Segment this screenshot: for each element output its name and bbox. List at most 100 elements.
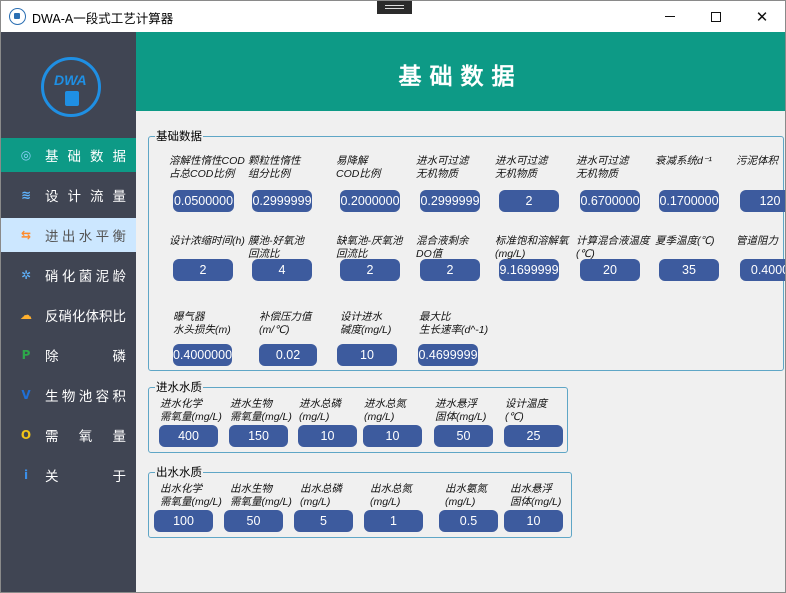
- field-label: 最大比 生长速率(d^-1): [419, 311, 489, 336]
- sidebar-item-2[interactable]: ≋ 设计流量: [1, 178, 136, 212]
- field-label: 溶解性惰性COD 占总COD比例: [169, 155, 245, 180]
- value-input[interactable]: 2: [499, 190, 559, 212]
- field-label: 计算混合液温度 (℃): [576, 235, 650, 260]
- value-input[interactable]: 1: [364, 510, 423, 532]
- maximize-icon: [711, 11, 721, 22]
- value-input[interactable]: 9.1699999: [499, 259, 559, 281]
- influent-quality-group: 进水水质 进水化学 需氧量(mg/L) 400 进水生物 需氧量(mg/L) 150 进…: [148, 380, 568, 453]
- field-label: 进水化学 需氧量(mg/L): [160, 398, 222, 423]
- sidebar-item-label: 反硝化体积比: [45, 309, 126, 325]
- field-label: 进水总磷 (mg/L): [299, 398, 341, 423]
- value-input[interactable]: 20: [580, 259, 640, 281]
- value-input[interactable]: 0.5: [439, 510, 498, 532]
- sidebar-item-8[interactable]: O 需氧量: [1, 418, 136, 452]
- close-button[interactable]: ✕: [739, 1, 785, 32]
- maximize-button[interactable]: [693, 1, 739, 32]
- sidebar-item-7[interactable]: V 生物池容积: [1, 378, 136, 412]
- sidebar-item-9[interactable]: i 关于: [1, 458, 136, 492]
- field-label: 缺氧池-厌氧池 回流比: [336, 235, 403, 260]
- value-input[interactable]: 50: [224, 510, 283, 532]
- value-input[interactable]: 5: [294, 510, 353, 532]
- window-title: DWA-A一段式工艺计算器: [32, 12, 174, 26]
- value-input[interactable]: 10: [298, 425, 357, 447]
- field-label: 污泥体积: [736, 155, 778, 167]
- field-label: 出水总磷 (mg/L): [300, 483, 342, 508]
- group-title: 出水水质: [155, 465, 203, 479]
- value-input[interactable]: 0.1700000: [659, 190, 719, 212]
- calculator-icon: [65, 91, 79, 106]
- field-label: 曝气器 水头损失(m): [173, 311, 231, 336]
- sidebar-item-3[interactable]: ⇆ 进出水平衡: [1, 218, 136, 252]
- main-content: 基础数据 溶解性惰性COD 占总COD比例 0.0500000 颗粒性惰性 组分比例…: [136, 111, 785, 592]
- sidebar-item-label: 设计流量: [45, 189, 126, 205]
- field-label: 进水生物 需氧量(mg/L): [230, 398, 292, 423]
- sidebar-item-1[interactable]: ◎ 基础数据: [1, 138, 136, 172]
- field-label: 颗粒性惰性 组分比例: [248, 155, 301, 180]
- p-badge-icon: P: [21, 348, 31, 362]
- field-label: 进水可过滤 无机物质: [495, 155, 548, 180]
- balance-icon: ⇆: [20, 228, 32, 242]
- nitrifier-icon: ✲: [20, 268, 32, 282]
- page-header: 基础数据: [136, 32, 785, 111]
- value-input[interactable]: 0.4000: [740, 259, 785, 281]
- field-label: 管道阻力: [736, 235, 778, 247]
- value-input[interactable]: 0.0500000: [173, 190, 234, 212]
- value-input[interactable]: 150: [229, 425, 288, 447]
- sidebar-item-5[interactable]: ☁ 反硝化体积比: [1, 298, 136, 332]
- value-input[interactable]: 35: [659, 259, 719, 281]
- title-bar[interactable]: DWA-A一段式工艺计算器 ✕: [1, 1, 785, 32]
- minimize-icon: [665, 16, 675, 17]
- value-input[interactable]: 100: [154, 510, 213, 532]
- value-input[interactable]: 0.2999999: [420, 190, 480, 212]
- field-label: 设计浓缩时间(h): [169, 235, 245, 247]
- field-label: 进水悬浮 固体(mg/L): [435, 398, 487, 423]
- field-label: 出水生物 需氧量(mg/L): [230, 483, 292, 508]
- field-label: 进水可过滤 无机物质: [576, 155, 629, 180]
- droplet-settings-icon: ◎: [20, 148, 32, 162]
- sidebar-item-label: 硝化菌泥龄: [45, 269, 126, 285]
- info-icon: i: [23, 468, 29, 482]
- value-input[interactable]: 2: [340, 259, 400, 281]
- value-input[interactable]: 2: [420, 259, 480, 281]
- value-input[interactable]: 25: [504, 425, 563, 447]
- field-label: 出水化学 需氧量(mg/L): [160, 483, 222, 508]
- field-label: 衰减系统d⁻¹: [655, 155, 712, 167]
- app-window: DWA-A一段式工艺计算器 ✕ DWA ◎ 基础数据 ≋ 设计流量 ⇆ 进出水平衡 ✲ 硝化菌…: [0, 0, 786, 593]
- value-input[interactable]: 0.4699999: [418, 344, 478, 366]
- drag-handle-icon[interactable]: [377, 1, 412, 14]
- value-input[interactable]: 120: [740, 190, 785, 212]
- value-input[interactable]: 2: [173, 259, 233, 281]
- field-label: 膜池-好氧池 回流比: [248, 235, 304, 260]
- close-icon: ✕: [755, 7, 769, 26]
- value-input[interactable]: 4: [252, 259, 312, 281]
- value-input[interactable]: 50: [434, 425, 493, 447]
- value-input[interactable]: 0.02: [259, 344, 317, 366]
- field-label: 出水悬浮 固体(mg/L): [510, 483, 562, 508]
- value-input[interactable]: 0.2999999: [252, 190, 312, 212]
- basic-data-group: 基础数据 溶解性惰性COD 占总COD比例 0.0500000 颗粒性惰性 组分比例…: [148, 129, 785, 371]
- sidebar-item-4[interactable]: ✲ 硝化菌泥龄: [1, 258, 136, 292]
- field-label: 设计进水 碱度(mg/L): [340, 311, 392, 336]
- v-badge-icon: V: [21, 388, 31, 402]
- logo-text: DWA: [54, 72, 87, 88]
- minimize-button[interactable]: [647, 1, 693, 32]
- cloud-gear-icon: ☁: [20, 308, 32, 322]
- field-label: 混合液剩余 DO值: [416, 235, 469, 260]
- sidebar-item-label: 进出水平衡: [45, 229, 126, 245]
- sidebar-item-label: 基础数据: [45, 149, 126, 165]
- value-input[interactable]: 10: [337, 344, 397, 366]
- value-input[interactable]: 10: [363, 425, 422, 447]
- field-label: 进水可过滤 无机物质: [416, 155, 469, 180]
- app-logo: DWA: [41, 57, 101, 117]
- sidebar-item-label: 生物池容积: [45, 389, 126, 405]
- field-label: 设计温度 (℃): [505, 398, 547, 423]
- sidebar-item-6[interactable]: P 除磷: [1, 338, 136, 372]
- sidebar-item-label: 需氧量: [45, 429, 126, 445]
- field-label: 出水总氮 (mg/L): [370, 483, 412, 508]
- value-input[interactable]: 10: [504, 510, 563, 532]
- value-input[interactable]: 0.4000000: [173, 344, 232, 366]
- sidebar: DWA ◎ 基础数据 ≋ 设计流量 ⇆ 进出水平衡 ✲ 硝化菌泥龄 ☁ 反硝化体积比 P 除磷 V 生物池…: [1, 32, 136, 592]
- value-input[interactable]: 0.2000000: [340, 190, 400, 212]
- value-input[interactable]: 400: [159, 425, 218, 447]
- value-input[interactable]: 0.6700000: [580, 190, 640, 212]
